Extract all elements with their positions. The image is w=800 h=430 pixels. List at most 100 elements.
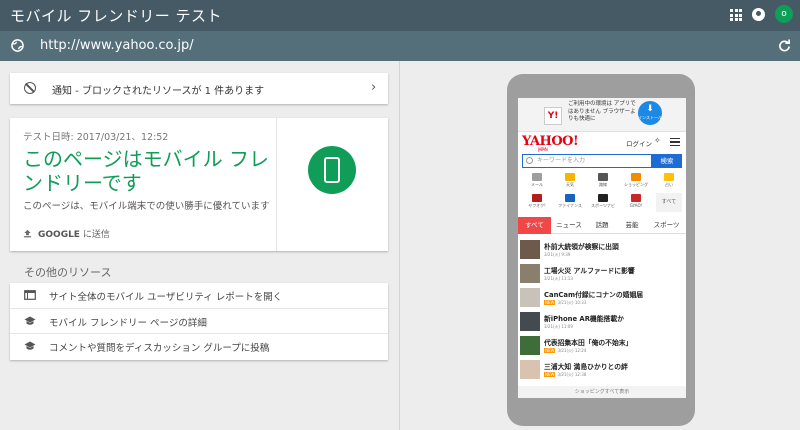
- service-3[interactable]: 路線: [590, 172, 616, 191]
- blocked-resources-notice[interactable]: 通知 - ブロックされたリソースが 1 件あります ›: [10, 73, 388, 104]
- service-6[interactable]: ヤフオク!: [524, 193, 550, 212]
- school-cap-icon: [24, 316, 36, 325]
- tab-2[interactable]: 話題: [587, 217, 617, 234]
- service-10[interactable]: すべて: [656, 193, 682, 212]
- notifications-icon[interactable]: [752, 8, 765, 21]
- news-tabs: すべて ニュース 話題 芸能 スポーツ: [518, 217, 686, 234]
- share-label: GOOGLE: [38, 230, 80, 240]
- service-5[interactable]: 占い: [656, 172, 682, 191]
- app-header: モバイル フレンドリー テスト o: [0, 0, 800, 31]
- yahoo-search-input[interactable]: キーワードを入力: [522, 154, 652, 168]
- service-icon: [532, 173, 542, 181]
- news-title: CanCam付録にコナンの婚姻届: [544, 291, 644, 299]
- school-cap-icon: [24, 341, 36, 350]
- news-thumbnail: [520, 360, 540, 379]
- service-2[interactable]: 天気: [557, 172, 583, 191]
- service-7[interactable]: ファイナンス: [557, 193, 583, 212]
- result-description: このページは、モバイル端末での使い勝手に優れています: [23, 201, 270, 212]
- service-icon: [598, 194, 608, 202]
- yahoo-search-button[interactable]: 検索: [652, 154, 682, 168]
- more-footer[interactable]: ショッピングすべて表示: [518, 386, 686, 398]
- service-icon: [631, 194, 641, 202]
- mobile-friendly-badge: [308, 146, 356, 194]
- news-title: 朴前大統領が検察に出頭: [544, 243, 619, 251]
- page-preview-screen[interactable]: Y! ご利用中の環境は アプリではありません ブラウザーよりも快適に ⬇ インス…: [518, 98, 686, 398]
- news-time: 3/21(火) 11:09: [544, 324, 573, 329]
- news-item[interactable]: CanCam付録にコナンの婚姻届 NEW 3/21(火) 10:33: [518, 286, 686, 309]
- news-meta: 3/21(火) 9:39: [544, 252, 570, 258]
- service-icon: [631, 173, 641, 181]
- hamburger-menu-icon[interactable]: [670, 138, 680, 146]
- service-icon: [664, 173, 674, 181]
- upload-icon: [23, 229, 32, 238]
- new-badge: NEW: [544, 372, 556, 377]
- news-title: 工場火災 アルファードに影響: [544, 267, 635, 275]
- news-thumbnail: [520, 336, 540, 355]
- service-icon: [565, 194, 575, 202]
- url-input[interactable]: http://www.yahoo.co.jp/: [40, 38, 194, 53]
- news-item[interactable]: 朴前大統領が検察に出頭 3/21(火) 9:39: [518, 238, 686, 261]
- news-meta: 3/21(火) 11:09: [544, 324, 573, 330]
- yahoo-app-icon: Y!: [544, 107, 562, 125]
- news-time: 3/21(火) 11:13: [544, 276, 573, 281]
- test-date: テスト日時: 2017/03/21、12:52: [23, 132, 169, 143]
- service-9[interactable]: GYAO!: [623, 193, 649, 212]
- news-title: 代表招集本田「俺の不始末」: [544, 339, 633, 347]
- news-meta: NEW 3/21(火) 12:38: [544, 372, 586, 378]
- news-meta: NEW 3/21(火) 10:33: [544, 300, 586, 306]
- news-item[interactable]: 工場火災 アルファードに影響 3/21(火) 11:13: [518, 262, 686, 285]
- news-item[interactable]: 新iPhone AR機能搭載か 3/21(火) 11:09: [518, 310, 686, 333]
- news-title: 新iPhone AR機能搭載か: [544, 315, 624, 323]
- service-label: ヤフオク!: [528, 203, 546, 208]
- apps-grid-icon[interactable]: [730, 9, 742, 21]
- service-label: スポーツナビ: [591, 203, 615, 208]
- resources-title: その他のリソース: [24, 266, 112, 279]
- reload-icon[interactable]: [778, 39, 791, 52]
- sparkle-icon[interactable]: ✧: [654, 136, 661, 145]
- app-title: モバイル フレンドリー テスト: [10, 7, 223, 25]
- new-badge: NEW: [544, 348, 556, 353]
- news-time: 3/21(火) 12:24: [557, 348, 587, 353]
- chevron-right-icon: ›: [371, 80, 377, 95]
- news-time: 3/21(火) 9:39: [544, 252, 571, 257]
- news-meta: NEW 3/21(火) 12:24: [544, 348, 586, 354]
- tab-0[interactable]: すべて: [518, 217, 551, 234]
- tab-1[interactable]: ニュース: [551, 217, 587, 234]
- preview-pane: Y! ご利用中の環境は アプリではありません ブラウザーよりも快適に ⬇ インス…: [400, 61, 800, 430]
- news-time: 3/21(火) 10:33: [557, 300, 587, 305]
- service-4[interactable]: ショッピング: [623, 172, 649, 191]
- news-time: 3/21(火) 12:38: [557, 372, 587, 377]
- resource-label: モバイル フレンドリー ページの詳細: [49, 317, 207, 329]
- news-item[interactable]: 三浦大知 満島ひかりとの絆 NEW 3/21(火) 12:38: [518, 358, 686, 381]
- tab-4[interactable]: スポーツ: [647, 217, 686, 234]
- resource-item-usability-report[interactable]: サイト全体のモバイル ユーザビリティ レポートを開く: [10, 283, 388, 309]
- login-link[interactable]: ログイン: [626, 138, 652, 148]
- news-title: 三浦大知 満島ひかりとの絆: [544, 363, 628, 371]
- install-button[interactable]: ⬇ インストール: [638, 101, 662, 125]
- globe-icon: [11, 39, 24, 52]
- service-icon: [598, 173, 608, 181]
- url-bar: http://www.yahoo.co.jp/: [0, 31, 800, 61]
- share-suffix: に送信: [79, 230, 110, 240]
- news-thumbnail: [520, 240, 540, 259]
- resource-label: サイト全体のモバイル ユーザビリティ レポートを開く: [49, 292, 283, 303]
- resource-item-discussion-group[interactable]: コメントや質問をディスカッション グループに投稿: [10, 334, 388, 360]
- service-1[interactable]: メール: [524, 172, 550, 191]
- service-label: 路線: [599, 182, 607, 187]
- service-label: ファイナンス: [558, 203, 582, 208]
- resources-list: サイト全体のモバイル ユーザビリティ レポートを開く モバイル フレンドリー ペ…: [10, 283, 388, 360]
- service-grid: メール 天気 路線 ショッピング 占いヤフオク! ファイナンス スポーツナビ GYAO! すべて: [518, 172, 686, 212]
- smartphone-icon: [324, 157, 340, 183]
- tab-3[interactable]: 芸能: [617, 217, 647, 234]
- news-item[interactable]: 代表招集本田「俺の不始末」 NEW 3/21(火) 12:24: [518, 334, 686, 357]
- yahoo-logo: YAHOO! JAPAN: [522, 134, 579, 152]
- service-label: 天気: [566, 182, 574, 187]
- resource-label: コメントや質問をディスカッション グループに投稿: [49, 343, 270, 354]
- notice-text: 通知 - ブロックされたリソースが 1 件あります: [52, 86, 265, 97]
- service-label: 占い: [665, 182, 673, 187]
- send-to-google-button[interactable]: GOOGLE に送信: [23, 227, 110, 240]
- avatar[interactable]: o: [775, 5, 793, 23]
- service-8[interactable]: スポーツナビ: [590, 193, 616, 212]
- news-thumbnail: [520, 312, 540, 331]
- resource-item-mobile-friendly-details[interactable]: モバイル フレンドリー ページの詳細: [10, 309, 388, 334]
